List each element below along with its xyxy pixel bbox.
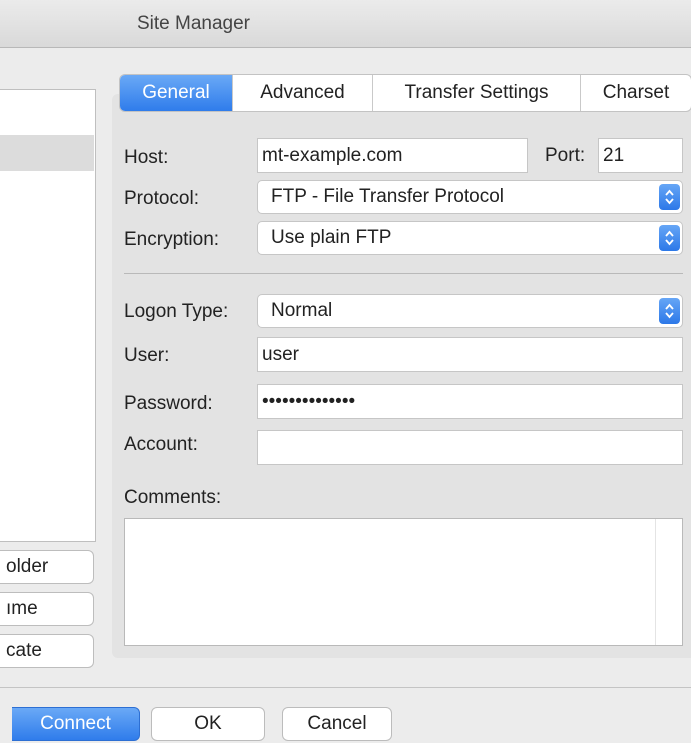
account-input[interactable] bbox=[257, 430, 683, 465]
connect-button[interactable]: Connect bbox=[12, 707, 140, 741]
protocol-select[interactable]: FTP - File Transfer Protocol bbox=[257, 180, 683, 214]
tab-bar: General Advanced Transfer Settings Chars… bbox=[119, 74, 691, 112]
rename-button[interactable]: ıme bbox=[0, 592, 94, 626]
encryption-select-value: Use plain FTP bbox=[271, 227, 392, 248]
comments-label: Comments: bbox=[124, 487, 222, 508]
duplicate-button[interactable]: cate bbox=[0, 634, 94, 668]
ok-button[interactable]: OK bbox=[151, 707, 265, 741]
new-folder-button[interactable]: older bbox=[0, 550, 94, 584]
encryption-label: Encryption: bbox=[124, 229, 220, 250]
cancel-button[interactable]: Cancel bbox=[282, 707, 392, 741]
site-tree-selected-row[interactable] bbox=[0, 135, 94, 171]
footer-divider bbox=[0, 687, 691, 688]
tab-general[interactable]: General bbox=[120, 75, 233, 111]
host-label: Host: bbox=[124, 147, 169, 168]
protocol-label: Protocol: bbox=[124, 188, 199, 209]
title-bar: Site Manager bbox=[0, 0, 691, 48]
logon-type-select-value: Normal bbox=[271, 300, 333, 321]
port-label: Port: bbox=[545, 145, 586, 166]
site-tree[interactable] bbox=[0, 89, 96, 542]
password-input[interactable]: •••••••••••••• bbox=[257, 384, 683, 419]
updown-chevron-icon bbox=[659, 225, 680, 251]
protocol-select-value: FTP - File Transfer Protocol bbox=[271, 186, 504, 207]
comments-scrollbar[interactable] bbox=[655, 519, 682, 645]
password-label: Password: bbox=[124, 393, 213, 414]
user-input[interactable]: user bbox=[257, 337, 683, 372]
tab-advanced[interactable]: Advanced bbox=[233, 75, 373, 111]
user-label: User: bbox=[124, 345, 170, 366]
port-input[interactable]: 21 bbox=[598, 138, 683, 173]
section-divider bbox=[124, 273, 683, 274]
account-label: Account: bbox=[124, 434, 198, 455]
logon-type-label: Logon Type: bbox=[124, 301, 229, 322]
window-title: Site Manager bbox=[137, 13, 251, 34]
encryption-select[interactable]: Use plain FTP bbox=[257, 221, 683, 255]
tab-transfer-settings[interactable]: Transfer Settings bbox=[373, 75, 581, 111]
host-input[interactable]: mt-example.com bbox=[257, 138, 528, 173]
tab-charset[interactable]: Charset bbox=[581, 75, 691, 111]
updown-chevron-icon bbox=[659, 184, 680, 210]
updown-chevron-icon bbox=[659, 298, 680, 324]
logon-type-select[interactable]: Normal bbox=[257, 294, 683, 328]
comments-textarea[interactable] bbox=[124, 518, 683, 646]
